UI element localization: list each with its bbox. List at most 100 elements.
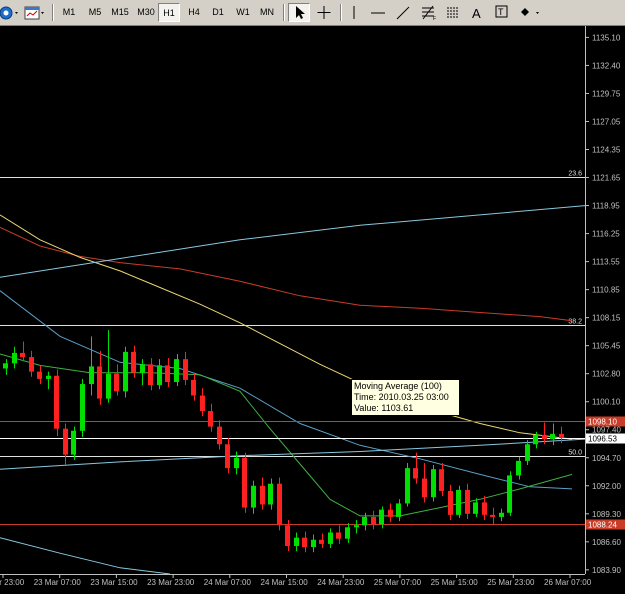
tooltip-title: Moving Average (100) xyxy=(354,381,442,391)
price-chart[interactable]: 1135.10 1132.40 1129.75 1127.05 1124.35 1121.… xyxy=(0,26,625,589)
candle-body xyxy=(71,430,76,455)
timeframe-m30-button[interactable]: M30 xyxy=(134,3,158,22)
candle-body xyxy=(311,539,316,548)
price-level-label: 1088.24 xyxy=(588,521,617,530)
candle-body xyxy=(183,359,188,380)
candle-body xyxy=(268,483,273,505)
cursor-icon[interactable] xyxy=(288,3,310,22)
price-tick-label: 1135.10 xyxy=(592,33,621,42)
price-tick-label: 1094.70 xyxy=(592,454,621,463)
time-tick-label: 24 Mar 07:00 xyxy=(204,578,252,587)
chart-canvas[interactable]: 1135.10 1132.40 1129.75 1127.05 1124.35 1121.… xyxy=(0,26,625,589)
price-tick-label: 1118.95 xyxy=(592,202,620,211)
timeframe-d1-button[interactable]: D1 xyxy=(207,3,229,22)
candle-body xyxy=(439,469,444,491)
moving-average-tooltip: Moving Average (100) Time: 2010.03.25 03… xyxy=(351,379,460,416)
horizontal-line-icon[interactable] xyxy=(368,3,388,22)
candle-body xyxy=(225,444,230,469)
candle-body xyxy=(336,532,341,539)
moving-average-blue-line xyxy=(0,290,573,490)
candle-body xyxy=(285,525,290,546)
candle-body xyxy=(499,512,504,517)
candle-body xyxy=(388,509,393,517)
price-tick-label: 1086.60 xyxy=(592,538,621,547)
timeframe-h4-button[interactable]: H4 xyxy=(183,3,205,22)
vertical-line-icon[interactable] xyxy=(344,3,364,22)
label-icon[interactable]: T xyxy=(492,3,512,22)
candle-body xyxy=(260,485,265,505)
time-tick-label: 23 Mar 15:00 xyxy=(90,578,138,587)
time-tick-label: 26 Mar 07:00 xyxy=(544,578,592,587)
candle-body xyxy=(542,434,547,440)
moving-average-red-line xyxy=(0,226,573,322)
price-tick-label: 1092.00 xyxy=(592,482,621,491)
shapes-grid-icon[interactable] xyxy=(443,3,463,22)
price-tick-label: 1097.40 xyxy=(592,426,621,435)
price-tick-label: 1105.45 xyxy=(592,342,621,351)
price-tick-label: 1108.15 xyxy=(592,314,621,323)
arrows-dropdown-icon[interactable] xyxy=(517,3,545,22)
candle-body xyxy=(97,366,102,399)
fibonacci-level-label: 23.6 xyxy=(568,171,582,178)
trendline-icon[interactable] xyxy=(393,3,413,22)
candle-body xyxy=(37,371,42,379)
crosshair-icon[interactable] xyxy=(314,3,334,22)
candle-body xyxy=(54,375,59,429)
svg-text:T: T xyxy=(498,7,504,17)
moving-average-100-line xyxy=(0,214,573,440)
tooltip-time: Time: 2010.03.25 03:00 xyxy=(354,392,449,402)
candle-body xyxy=(294,537,299,546)
candle-body xyxy=(516,460,521,476)
candle-body xyxy=(431,469,436,498)
time-tick-label: 23 Mar 23:00 xyxy=(147,578,195,587)
time-tick-label: 25 Mar 07:00 xyxy=(374,578,422,587)
price-level-label: 1096.53 xyxy=(588,435,617,444)
timeframe-h1-button[interactable]: H1 xyxy=(158,3,180,22)
candle-body xyxy=(234,457,239,469)
candle-body xyxy=(482,502,487,515)
candle-body xyxy=(328,532,333,544)
time-tick-label: 24 Mar 23:00 xyxy=(317,578,365,587)
price-tick-label: 1113.55 xyxy=(592,258,620,267)
price-tick-label: 1089.30 xyxy=(592,510,621,519)
candle-body xyxy=(200,395,205,412)
svg-text:F: F xyxy=(433,16,436,22)
price-tick-label: 1102.80 xyxy=(592,370,621,379)
timeframe-m15-button[interactable]: M15 xyxy=(108,3,132,22)
candle-body xyxy=(362,516,367,526)
candle-body xyxy=(396,503,401,517)
timeframe-m5-button[interactable]: M5 xyxy=(84,3,106,22)
time-tick-label: 22 Mar 23:00 xyxy=(0,578,25,587)
fibonacci-level-label: 50.0 xyxy=(568,450,582,457)
chart-properties-icon[interactable] xyxy=(22,3,46,22)
time-tick-label: 25 Mar 15:00 xyxy=(431,578,479,587)
trendline-bottom xyxy=(0,537,171,575)
time-tick-label: 25 Mar 23:00 xyxy=(487,578,535,587)
fibonacci-level-label: 38.2 xyxy=(568,319,582,326)
text-icon[interactable]: A xyxy=(467,3,487,22)
candle-body xyxy=(63,428,68,455)
candle-body xyxy=(148,364,153,386)
candle-body xyxy=(46,375,51,379)
timeframe-w1-button[interactable]: W1 xyxy=(232,3,254,22)
candle-body xyxy=(12,352,17,364)
candle-body xyxy=(20,352,25,358)
candle-body xyxy=(277,483,282,526)
candle-body xyxy=(165,365,170,382)
candle-body xyxy=(490,514,495,517)
candle-body xyxy=(302,537,307,548)
candle-body xyxy=(473,502,478,514)
trendline-upper xyxy=(0,205,586,278)
navigator-icon[interactable] xyxy=(0,3,20,22)
candle-body xyxy=(106,373,111,399)
candle-body xyxy=(405,468,410,504)
candle-body xyxy=(465,489,470,514)
candle-body xyxy=(371,516,376,525)
candle-body xyxy=(242,457,247,508)
candle-body xyxy=(448,490,453,515)
candle-body xyxy=(251,485,256,508)
fibonacci-icon[interactable]: F xyxy=(418,3,438,22)
timeframe-m1-button[interactable]: M1 xyxy=(58,3,80,22)
timeframe-mn-button[interactable]: MN xyxy=(256,3,278,22)
candle-body xyxy=(525,444,530,461)
